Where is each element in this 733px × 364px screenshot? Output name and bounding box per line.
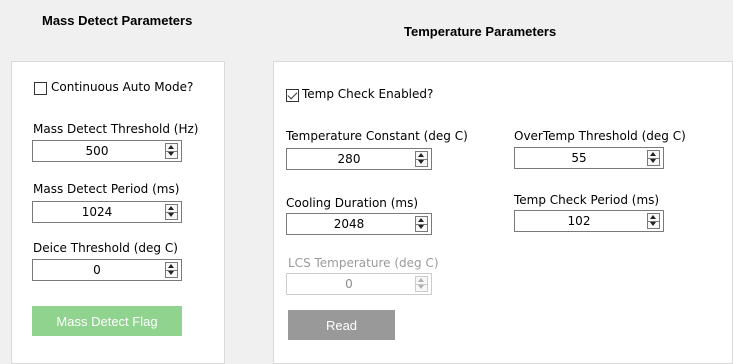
cooling-duration-value[interactable]: 2048 [287, 214, 411, 234]
lcs-temperature-value: 0 [345, 277, 353, 291]
spin-down-arrow-icon[interactable] [648, 221, 659, 228]
temperature-heading: Temperature Parameters [404, 24, 557, 39]
temperature-constant-spinbox[interactable]: 280 [286, 148, 432, 170]
lcs-temperature-label: LCS Temperature (deg C) [288, 256, 439, 270]
spin-down-arrow-icon[interactable] [166, 212, 177, 219]
overtemp-threshold-spinbox[interactable]: 55 [514, 147, 664, 169]
mass-detect-panel: Continuous Auto Mode? Mass Detect Thresh… [11, 61, 225, 364]
cooling-duration-label: Cooling Duration (ms) [286, 196, 419, 210]
temp-check-period-value[interactable]: 102 [515, 211, 643, 231]
deice-threshold-spinbox[interactable]: 0 [32, 259, 182, 281]
mass-detect-threshold-spinbox[interactable]: 500 [32, 140, 182, 162]
temp-check-enabled-label: Temp Check Enabled? [302, 87, 434, 101]
overtemp-threshold-value[interactable]: 55 [515, 148, 643, 168]
spin-buttons [165, 143, 178, 159]
spin-buttons [415, 151, 428, 167]
spin-down-arrow-icon[interactable] [166, 270, 177, 277]
spin-down-arrow-icon[interactable] [166, 151, 177, 158]
mass-detect-period-spinbox[interactable]: 1024 [32, 201, 182, 223]
temperature-constant-value[interactable]: 280 [287, 149, 411, 169]
spin-buttons [165, 262, 178, 278]
continuous-auto-mode-checkbox[interactable] [34, 82, 47, 95]
spin-buttons [415, 276, 428, 292]
spin-down-arrow-icon[interactable] [416, 159, 427, 166]
continuous-auto-mode-label: Continuous Auto Mode? [51, 80, 194, 94]
spin-down-arrow-icon[interactable] [648, 158, 659, 165]
spin-buttons [415, 216, 428, 232]
temperature-constant-label: Temperature Constant (deg C) [286, 129, 468, 143]
temp-check-enabled-checkbox[interactable] [286, 89, 299, 102]
spin-down-arrow-icon [416, 284, 427, 291]
deice-threshold-label: Deice Threshold (deg C) [33, 241, 178, 255]
deice-threshold-value[interactable]: 0 [33, 260, 161, 280]
mass-detect-period-value[interactable]: 1024 [33, 202, 161, 222]
temp-check-period-spinbox[interactable]: 102 [514, 210, 664, 232]
lcs-temperature-spinbox: 0 [286, 273, 432, 295]
read-button[interactable]: Read [288, 310, 395, 340]
overtemp-threshold-label: OverTemp Threshold (deg C) [514, 129, 686, 143]
spin-buttons [647, 150, 660, 166]
cooling-duration-spinbox[interactable]: 2048 [286, 213, 432, 235]
mass-detect-threshold-label: Mass Detect Threshold (Hz) [33, 122, 199, 136]
spin-down-arrow-icon[interactable] [416, 224, 427, 231]
mass-detect-flag-button[interactable]: Mass Detect Flag [32, 306, 182, 336]
mass-detect-period-label: Mass Detect Period (ms) [33, 182, 180, 196]
spin-buttons [647, 213, 660, 229]
spin-buttons [165, 204, 178, 220]
mass-detect-threshold-value[interactable]: 500 [33, 141, 161, 161]
temp-check-period-label: Temp Check Period (ms) [514, 193, 660, 207]
mass-detect-heading: Mass Detect Parameters [42, 13, 193, 28]
temperature-panel: Temp Check Enabled? Temperature Constant… [273, 61, 733, 364]
